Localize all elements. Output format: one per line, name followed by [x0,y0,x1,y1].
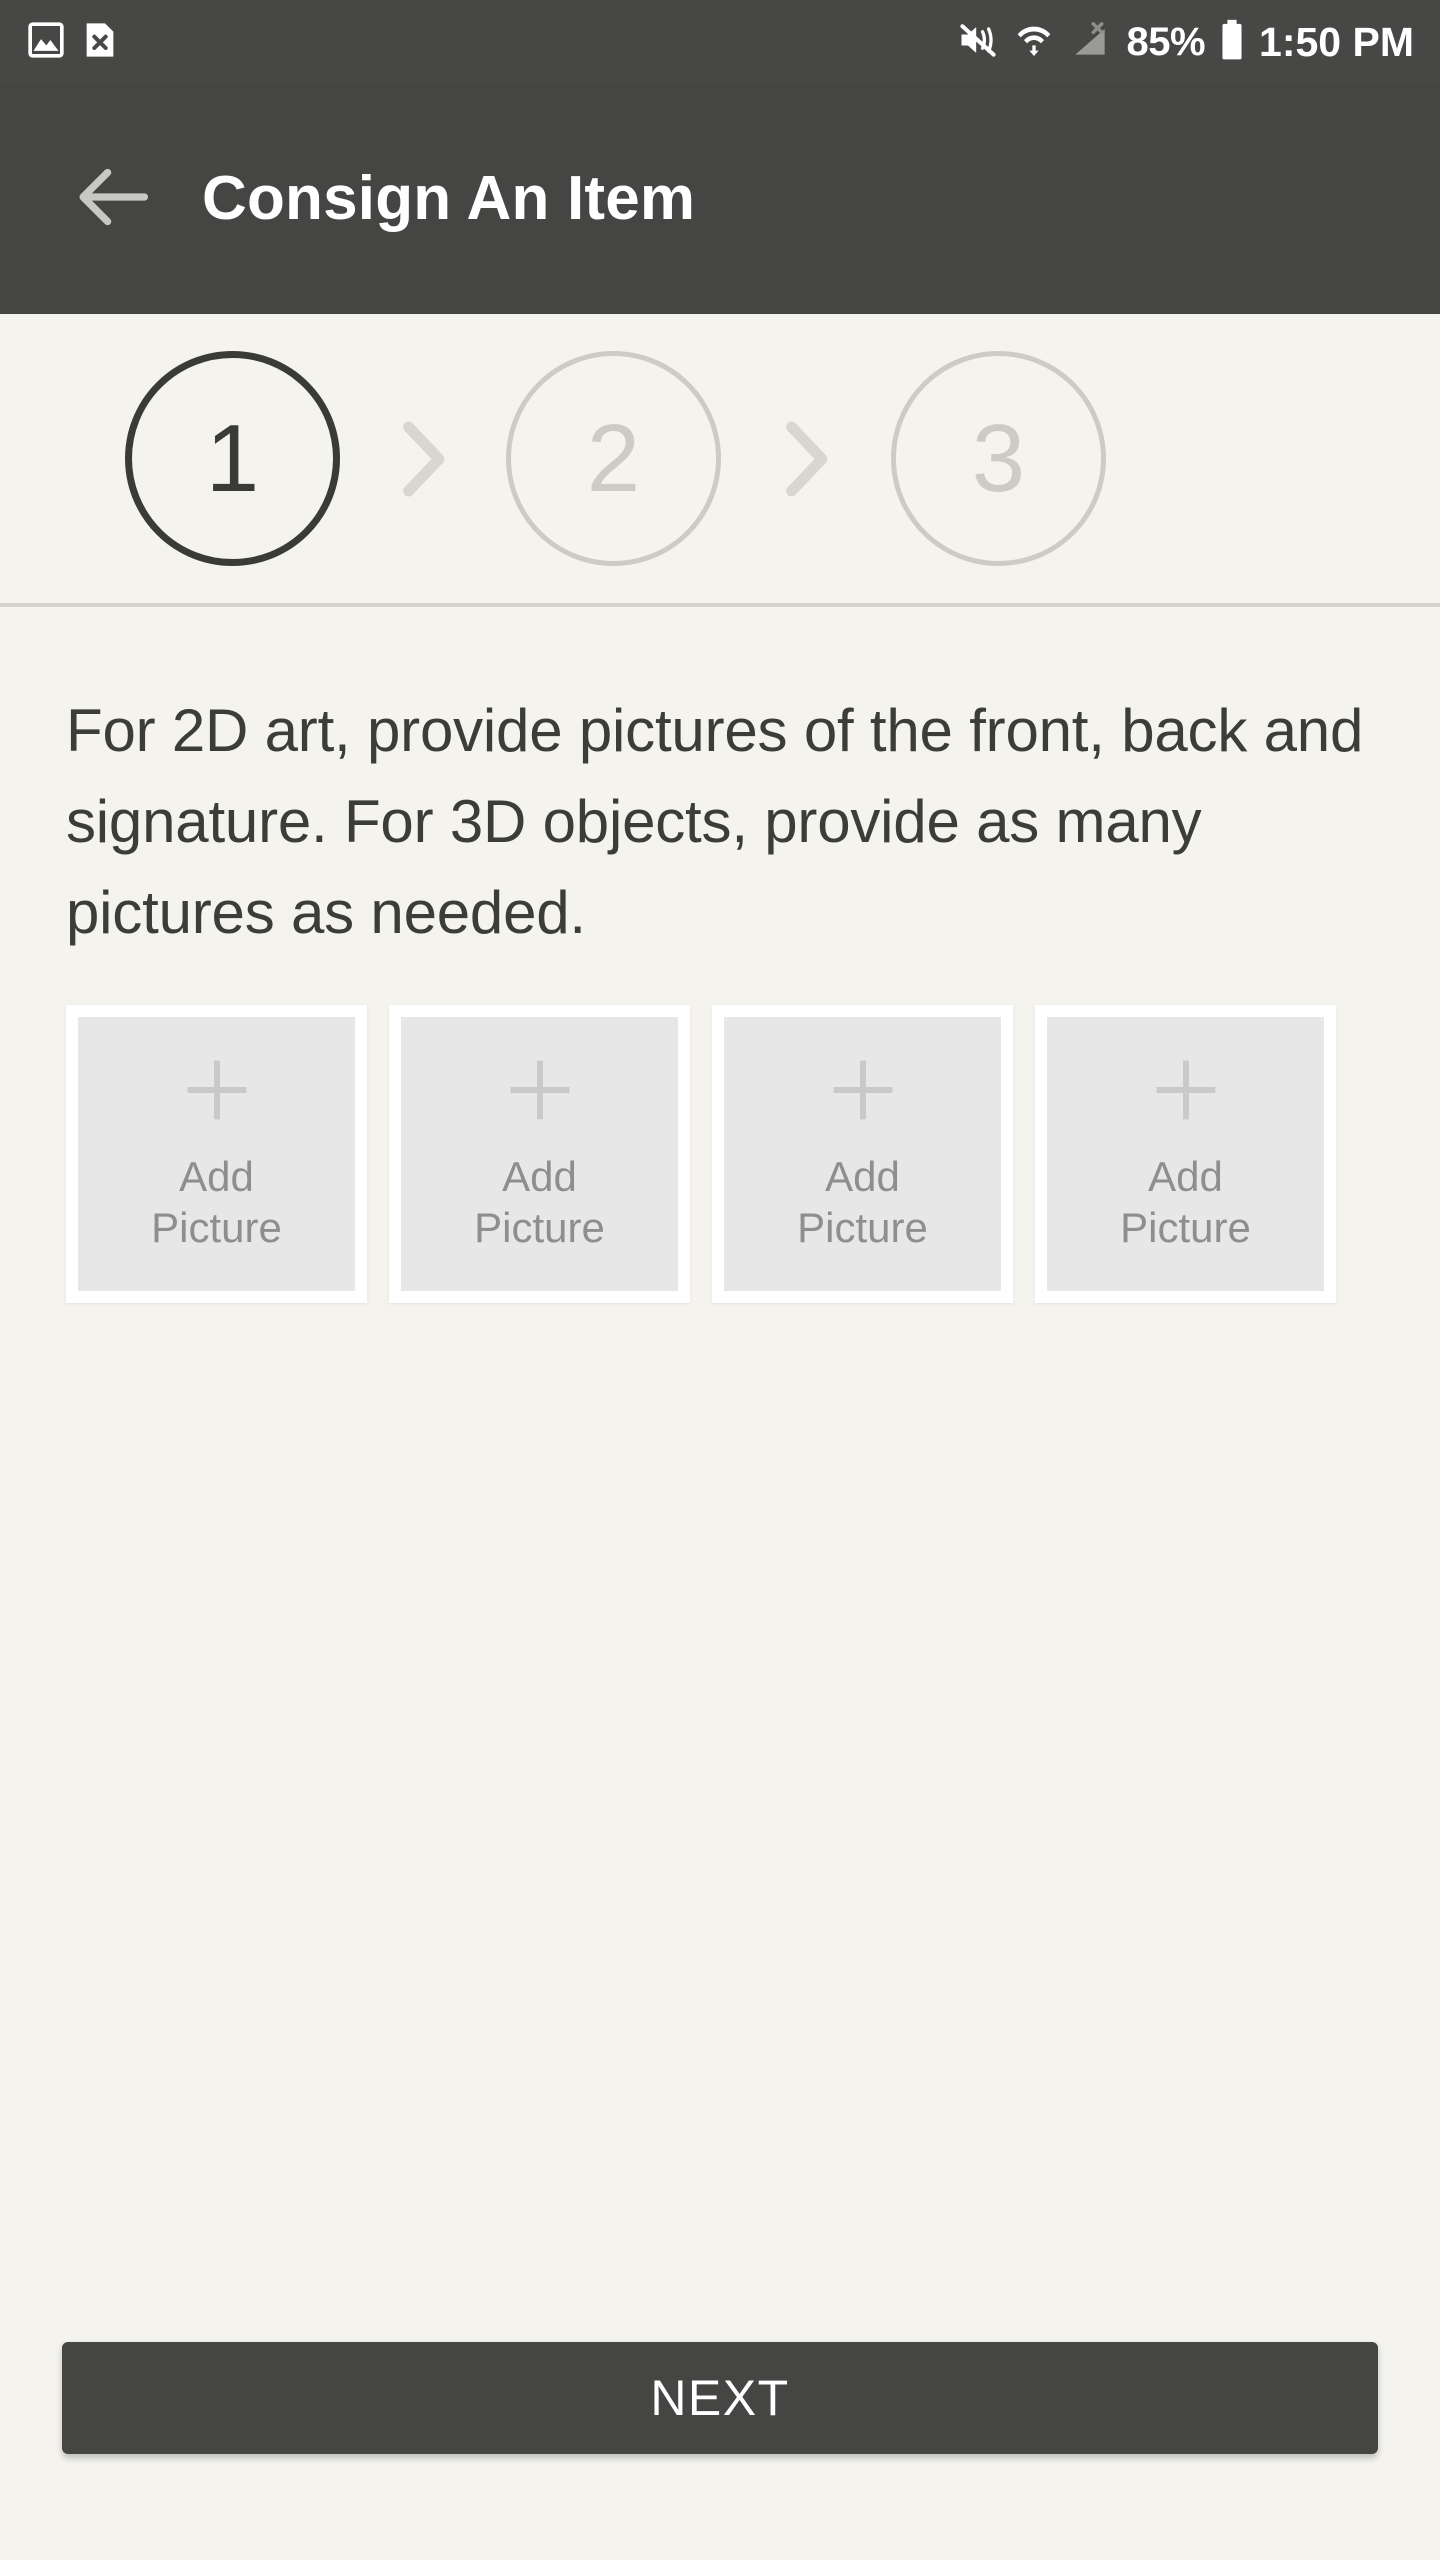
arrow-left-icon [67,151,159,248]
add-picture-tile-4-label-line1: Add [1148,1152,1223,1200]
chevron-right-icon-2 [767,411,845,507]
stepper-step-3-label: 3 [971,404,1026,512]
cellular-signal-x-icon [1068,18,1112,67]
instructions-text: For 2D art, provide pictures of the fron… [66,697,1364,947]
mute-vibrate-icon [956,18,1000,67]
plus-icon-2 [498,1048,582,1137]
wifi-icon [1014,18,1054,67]
battery-icon [1219,18,1245,67]
add-picture-tile-3-label-line1: Add [825,1152,900,1200]
add-picture-tile-1-label-line2: Picture [151,1204,282,1252]
add-picture-tile-2-inner: Add Picture [401,1016,678,1291]
status-bar-right-icons: 85% 1:50 PM [956,0,1414,84]
status-bar-left-icons [26,20,118,65]
add-picture-tile-2[interactable]: Add Picture [389,1004,690,1303]
add-picture-tile-3[interactable]: Add Picture [712,1004,1013,1303]
clock-label: 1:50 PM [1259,18,1414,65]
add-picture-tile-4-inner: Add Picture [1047,1016,1324,1291]
plus-icon-3 [821,1048,905,1137]
sim-card-x-icon [82,20,118,65]
add-picture-tile-1-label-line1: Add [179,1152,254,1200]
chevron-right-icon [384,411,462,507]
stepper-step-1-label: 1 [205,404,260,512]
back-button[interactable] [58,144,168,254]
stepper-step-3[interactable]: 3 [891,351,1106,566]
next-button[interactable]: NEXT [62,2342,1378,2454]
add-picture-tile-1-inner: Add Picture [78,1016,355,1291]
image-icon [26,20,66,65]
add-picture-tile-3-inner: Add Picture [724,1016,1001,1291]
stepper: 1 2 3 [0,314,1440,607]
app-screen: 85% 1:50 PM Consign An Item 1 2 3 For 2D… [0,0,1440,2560]
picture-tiles: Add Picture Add Picture Add Picture Add … [66,1004,1374,1303]
stepper-step-2[interactable]: 2 [506,351,721,566]
plus-icon [175,1048,259,1137]
add-picture-tile-2-label-line2: Picture [474,1204,605,1252]
plus-icon-4 [1144,1048,1228,1137]
battery-percent-label: 85% [1126,20,1206,64]
add-picture-tile-4-label-line2: Picture [1120,1204,1251,1252]
app-bar: Consign An Item [0,84,1440,314]
status-bar: 85% 1:50 PM [0,0,1440,84]
footer: NEXT [0,2342,1440,2560]
main-content: For 2D art, provide pictures of the fron… [0,607,1440,2342]
add-picture-tile-2-label-line1: Add [502,1152,577,1200]
stepper-step-2-label: 2 [586,404,641,512]
add-picture-tile-1[interactable]: Add Picture [66,1004,367,1303]
add-picture-tile-4[interactable]: Add Picture [1035,1004,1336,1303]
add-picture-tile-3-label-line2: Picture [797,1204,928,1252]
stepper-step-1[interactable]: 1 [125,351,340,566]
page-title: Consign An Item [202,164,696,233]
